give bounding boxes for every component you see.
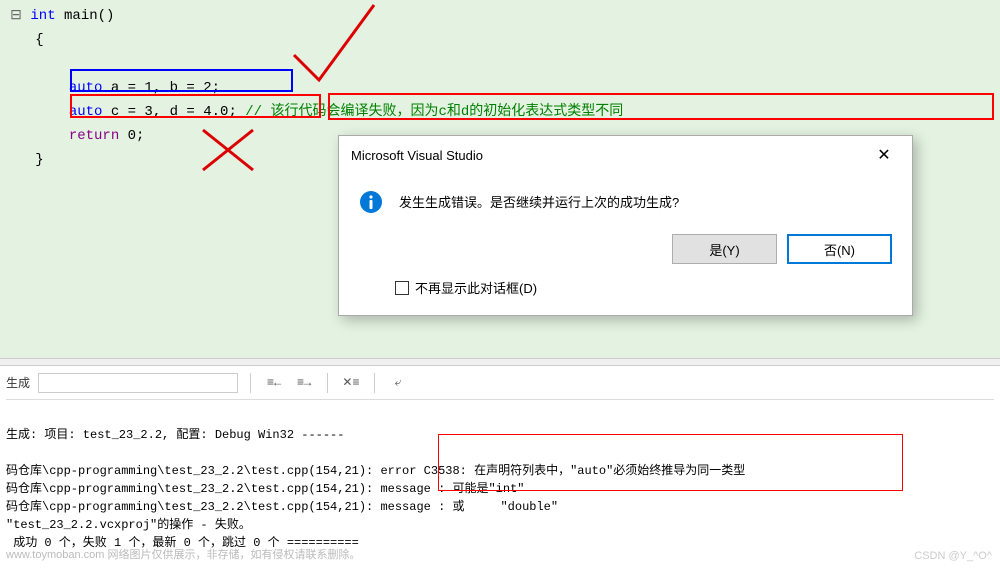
outline-collapse-icon[interactable]: ⊟ <box>10 4 22 28</box>
wrap-icon[interactable]: ⤶ <box>387 372 409 394</box>
indent-right-icon[interactable]: ≡→ <box>293 372 315 394</box>
dialog-title-text: Microsoft Visual Studio <box>351 148 483 163</box>
output-source-dropdown[interactable] <box>38 373 238 393</box>
output-toolbar: 生成 ≡← ≡→ ✕≡ ⤶ <box>6 370 994 400</box>
toolbar-separator <box>374 373 375 393</box>
output-label: 生成 <box>6 374 30 391</box>
code-line-2: { <box>10 28 1000 52</box>
indent-left-icon[interactable]: ≡← <box>263 372 285 394</box>
toolbar-separator <box>327 373 328 393</box>
close-icon[interactable]: ✕ <box>868 142 900 168</box>
annotation-red-box-code <box>70 94 321 118</box>
output-line: 生成: 项目: test_23_2.2, 配置: Debug Win32 ---… <box>6 428 344 442</box>
dont-show-checkbox[interactable] <box>395 281 409 295</box>
info-icon <box>359 190 383 214</box>
code-line-1: ⊟ int main() <box>10 4 1000 28</box>
annotation-blue-box <box>70 69 293 92</box>
watermark-left: www.toymoban.com 网络图片仅供展示，非存储，如有侵权请联系删除。 <box>6 546 360 562</box>
no-button[interactable]: 否(N) <box>787 234 892 264</box>
toolbar-separator <box>250 373 251 393</box>
checkbox-label: 不再显示此对话框(D) <box>415 278 537 297</box>
annotation-error-box <box>438 434 903 491</box>
yes-button[interactable]: 是(Y) <box>672 234 777 264</box>
dialog-titlebar[interactable]: Microsoft Visual Studio ✕ <box>339 136 912 174</box>
clear-icon[interactable]: ✕≡ <box>340 372 362 394</box>
dialog-message: 发生生成错误。是否继续并运行上次的成功生成? <box>399 190 679 214</box>
panel-divider <box>0 358 1000 366</box>
output-line: 码仓库\cpp-programming\test_23_2.2\test.cpp… <box>6 500 558 514</box>
output-line: "test_23_2.2.vcxproj"的操作 - 失败。 <box>6 518 251 532</box>
error-dialog: Microsoft Visual Studio ✕ 发生生成错误。是否继续并运行… <box>338 135 913 316</box>
output-panel: 生成 ≡← ≡→ ✕≡ ⤶ 生成: 项目: test_23_2.2, 配置: D… <box>0 366 1000 574</box>
watermark-right: CSDN @Y_^O^ <box>914 550 992 562</box>
annotation-red-box-comment <box>328 93 994 120</box>
